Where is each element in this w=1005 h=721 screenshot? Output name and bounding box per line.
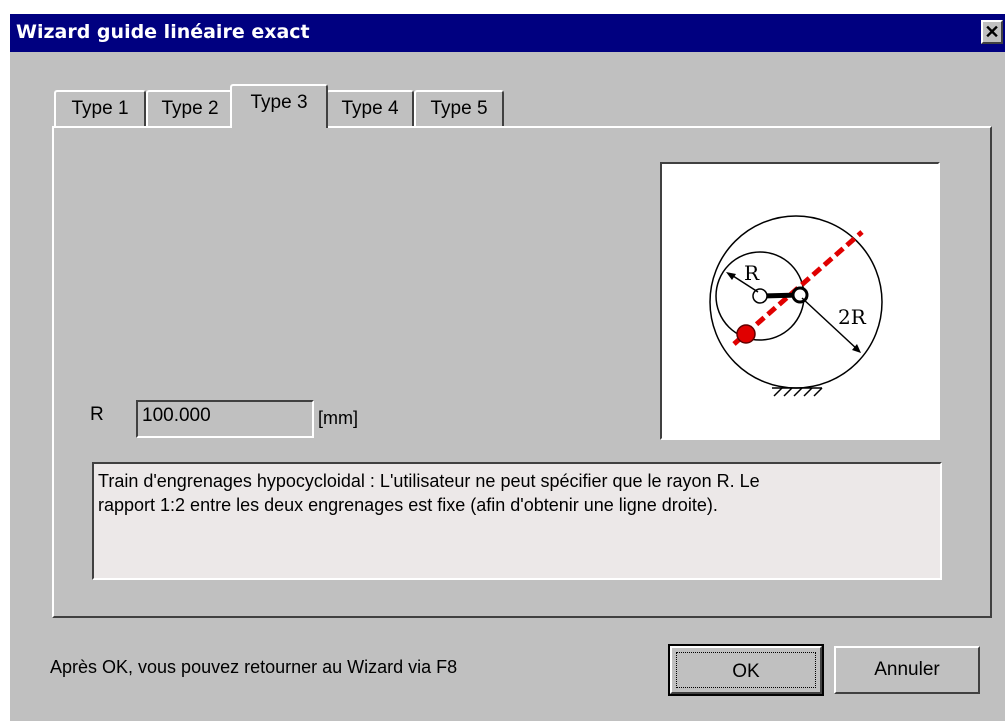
- wizard-dialog: Wizard guide linéaire exact ✕ Type 1 Typ…: [8, 14, 1005, 721]
- ok-button[interactable]: OK: [668, 644, 824, 696]
- description-line-1: Train d'engrenages hypocycloidal : L'uti…: [98, 471, 760, 491]
- diagram-r-label: R: [744, 261, 760, 285]
- close-icon: ✕: [984, 22, 1000, 42]
- cancel-button-label: Annuler: [874, 659, 940, 680]
- r-arrow-head-icon: [726, 272, 736, 280]
- tab-label: Type 4: [341, 98, 399, 119]
- tab-label: Type 1: [71, 98, 129, 119]
- tab-label: Type 3: [250, 92, 308, 113]
- r-unit-label: [mm]: [318, 408, 358, 428]
- tracing-point: [736, 324, 756, 344]
- inner-center-point: [752, 288, 768, 304]
- tab-type-5[interactable]: Type 5: [414, 90, 504, 128]
- cancel-button[interactable]: Annuler: [834, 646, 980, 694]
- tab-type-4[interactable]: Type 4: [326, 90, 414, 128]
- hypocycloid-diagram-svg: R 2R: [709, 215, 883, 397]
- tab-panel-type-3: R 2R R 100.000 [mm] Train d'engrenages h…: [52, 126, 992, 618]
- tab-type-3[interactable]: Type 3: [230, 84, 328, 128]
- ok-button-label: OK: [732, 661, 760, 682]
- ground-hatch-icon: [772, 387, 823, 397]
- ok-focus-rect: OK: [676, 652, 816, 688]
- title-bar[interactable]: Wizard guide linéaire exact ✕: [10, 14, 1005, 52]
- close-button[interactable]: ✕: [981, 20, 1003, 44]
- diagram-2r-label: 2R: [838, 305, 867, 329]
- tab-label: Type 2: [161, 98, 219, 119]
- tab-type-2[interactable]: Type 2: [146, 90, 234, 128]
- r-field-label: R: [90, 404, 104, 425]
- description-line-2: rapport 1:2 entre les deux engrenages es…: [98, 495, 718, 515]
- r-value-input[interactable]: 100.000: [136, 400, 314, 438]
- mechanism-diagram: R 2R: [660, 162, 940, 440]
- description-textbox[interactable]: Train d'engrenages hypocycloidal : L'uti…: [92, 462, 942, 580]
- footer-hint: Après OK, vous pouvez retourner au Wizar…: [50, 657, 458, 677]
- window-title: Wizard guide linéaire exact: [16, 21, 310, 43]
- tab-type-1[interactable]: Type 1: [54, 90, 146, 128]
- tab-label: Type 5: [430, 98, 488, 119]
